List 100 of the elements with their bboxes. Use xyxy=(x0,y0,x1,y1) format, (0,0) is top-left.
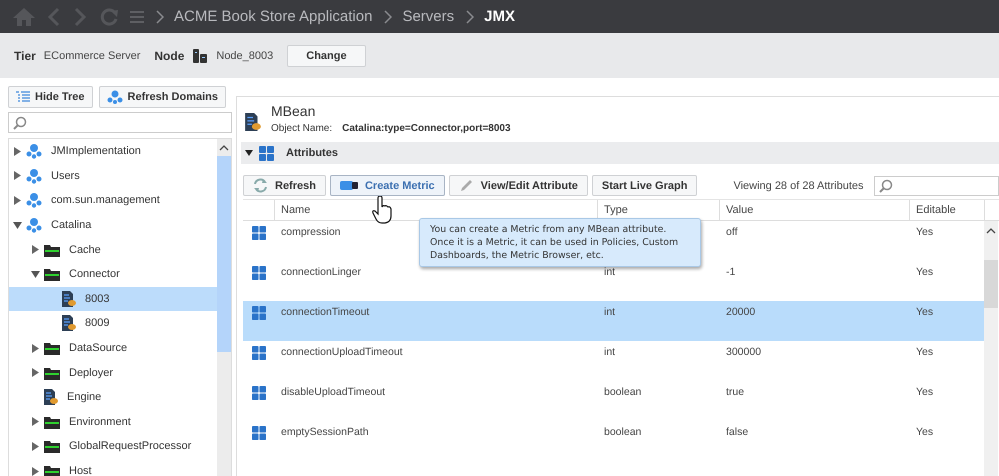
column-header[interactable]: Value xyxy=(719,200,909,220)
grid-icon xyxy=(252,226,266,240)
chevron-icon xyxy=(156,10,164,24)
expand-arrow-icon[interactable] xyxy=(31,344,40,353)
expand-arrow-icon[interactable] xyxy=(13,196,22,205)
tree-item[interactable]: JMImplementation xyxy=(9,139,217,164)
collapse-arrow-icon[interactable] xyxy=(13,220,22,230)
tree-item[interactable]: DataSource xyxy=(9,336,217,360)
expand-arrow-icon[interactable] xyxy=(31,417,40,426)
scroll-thumb[interactable] xyxy=(984,260,998,308)
domain-icon xyxy=(26,168,42,184)
expand-arrow-icon[interactable] xyxy=(31,466,40,476)
table-cell: int xyxy=(604,266,616,278)
table-cell: Yes xyxy=(916,266,934,278)
scroll-up-icon[interactable] xyxy=(986,227,996,234)
table-cell: true xyxy=(726,386,744,398)
hand-cursor-icon xyxy=(372,196,392,224)
object-name-label: Object Name: xyxy=(271,123,332,134)
table-cell: int xyxy=(604,306,616,318)
table-cell: -1 xyxy=(726,266,736,278)
table-cell: connectionUploadTimeout xyxy=(281,346,403,358)
column-header[interactable]: Editable xyxy=(909,200,984,220)
chevron-icon xyxy=(466,10,474,24)
domain-icon xyxy=(106,90,123,104)
tree-item[interactable]: Cache xyxy=(9,237,217,262)
list-icon xyxy=(16,91,30,103)
table-cell: Yes xyxy=(916,306,934,318)
attribute-count: Viewing 28 of 28 Attributes xyxy=(733,180,864,192)
scroll-thumb[interactable] xyxy=(217,156,231,352)
tree-item[interactable]: Host xyxy=(9,458,217,476)
object-name-value: Catalina:type=Connector,port=8003 xyxy=(342,123,511,134)
folder-icon xyxy=(44,242,60,257)
metric-icon xyxy=(340,181,358,190)
breadcrumb-item[interactable]: Servers xyxy=(402,8,454,25)
table-cell: boolean xyxy=(604,386,642,398)
scrollbar[interactable] xyxy=(984,221,998,476)
tree-item[interactable]: 8009 xyxy=(9,311,217,336)
table-cell: 300000 xyxy=(726,346,762,358)
table-cell: false xyxy=(726,426,748,438)
tree-item[interactable]: com.sun.management xyxy=(9,188,217,213)
folder-icon xyxy=(44,414,60,429)
tree-item[interactable]: Users xyxy=(9,164,217,188)
mbean-icon xyxy=(62,290,76,307)
table-cell: Yes xyxy=(916,386,934,398)
table-cell: off xyxy=(726,226,738,238)
toolbar-button[interactable]: View/Edit Attribute xyxy=(448,175,588,196)
breadcrumb-item: JMX xyxy=(484,8,515,25)
expand-arrow-icon[interactable] xyxy=(31,368,40,378)
tree-item[interactable]: 8003 xyxy=(9,286,217,312)
tree-item[interactable]: Catalina xyxy=(9,212,217,238)
table-cell: emptySessionPath xyxy=(281,426,369,438)
table-cell: Yes xyxy=(916,346,934,358)
attribute-search-field[interactable] xyxy=(874,176,999,196)
search-icon xyxy=(13,116,27,130)
grid-icon xyxy=(252,386,266,400)
breadcrumb-item[interactable]: ACME Book Store Application xyxy=(174,8,372,25)
attributes-section-header[interactable]: Attributes xyxy=(241,142,999,164)
grid-icon xyxy=(259,146,274,160)
pencil-icon xyxy=(458,178,474,193)
grid-icon xyxy=(252,426,266,440)
tree-item[interactable]: Engine xyxy=(9,384,217,410)
toolbar-button[interactable]: Refresh xyxy=(243,175,326,196)
change-button[interactable]: Change xyxy=(287,44,366,66)
folder-icon xyxy=(44,464,60,476)
tree-search-field[interactable] xyxy=(8,112,232,133)
tree-item[interactable]: GlobalRequestProcessor xyxy=(9,434,217,459)
domain-icon xyxy=(26,143,42,160)
folder-icon xyxy=(44,267,60,282)
node-icon xyxy=(192,48,208,62)
mbean-icon xyxy=(62,315,76,332)
collapse-arrow-icon[interactable] xyxy=(31,270,40,279)
folder-icon xyxy=(44,366,60,380)
folder-icon xyxy=(44,439,60,454)
table-cell: Yes xyxy=(916,426,934,438)
tree-item[interactable]: Connector xyxy=(9,262,217,287)
grid-icon xyxy=(252,266,266,280)
expand-arrow-icon[interactable] xyxy=(13,171,22,180)
scroll-up-icon[interactable] xyxy=(219,144,229,151)
tier-label: Tier xyxy=(14,48,36,62)
hide-tree-button[interactable]: Hide Tree xyxy=(8,86,93,108)
mbean-title: MBean xyxy=(271,103,316,119)
node-label: Node xyxy=(154,48,184,62)
table-row[interactable]: connectionTimeout int 20000 Yes xyxy=(243,301,984,341)
refresh-icon xyxy=(253,178,268,193)
collapse-arrow-icon xyxy=(245,149,253,157)
expand-arrow-icon[interactable] xyxy=(31,245,40,254)
expand-arrow-icon[interactable] xyxy=(13,146,22,156)
table-cell: disableUploadTimeout xyxy=(281,386,386,398)
table-cell: compression xyxy=(281,226,341,238)
refresh-domains-button[interactable]: Refresh Domains xyxy=(98,86,226,108)
tree-item[interactable]: Deployer xyxy=(9,360,217,385)
toolbar-button[interactable]: Create Metric xyxy=(330,175,445,196)
tier-value: ECommerce Server xyxy=(44,50,140,62)
expand-arrow-icon[interactable] xyxy=(31,442,40,451)
toolbar-button[interactable]: Start Live Graph xyxy=(592,175,698,196)
table-cell: int xyxy=(604,346,616,358)
domain-icon xyxy=(26,192,42,208)
mbean-icon xyxy=(245,113,261,131)
tree-item[interactable]: Environment xyxy=(9,410,217,434)
scrollbar[interactable] xyxy=(217,139,231,476)
